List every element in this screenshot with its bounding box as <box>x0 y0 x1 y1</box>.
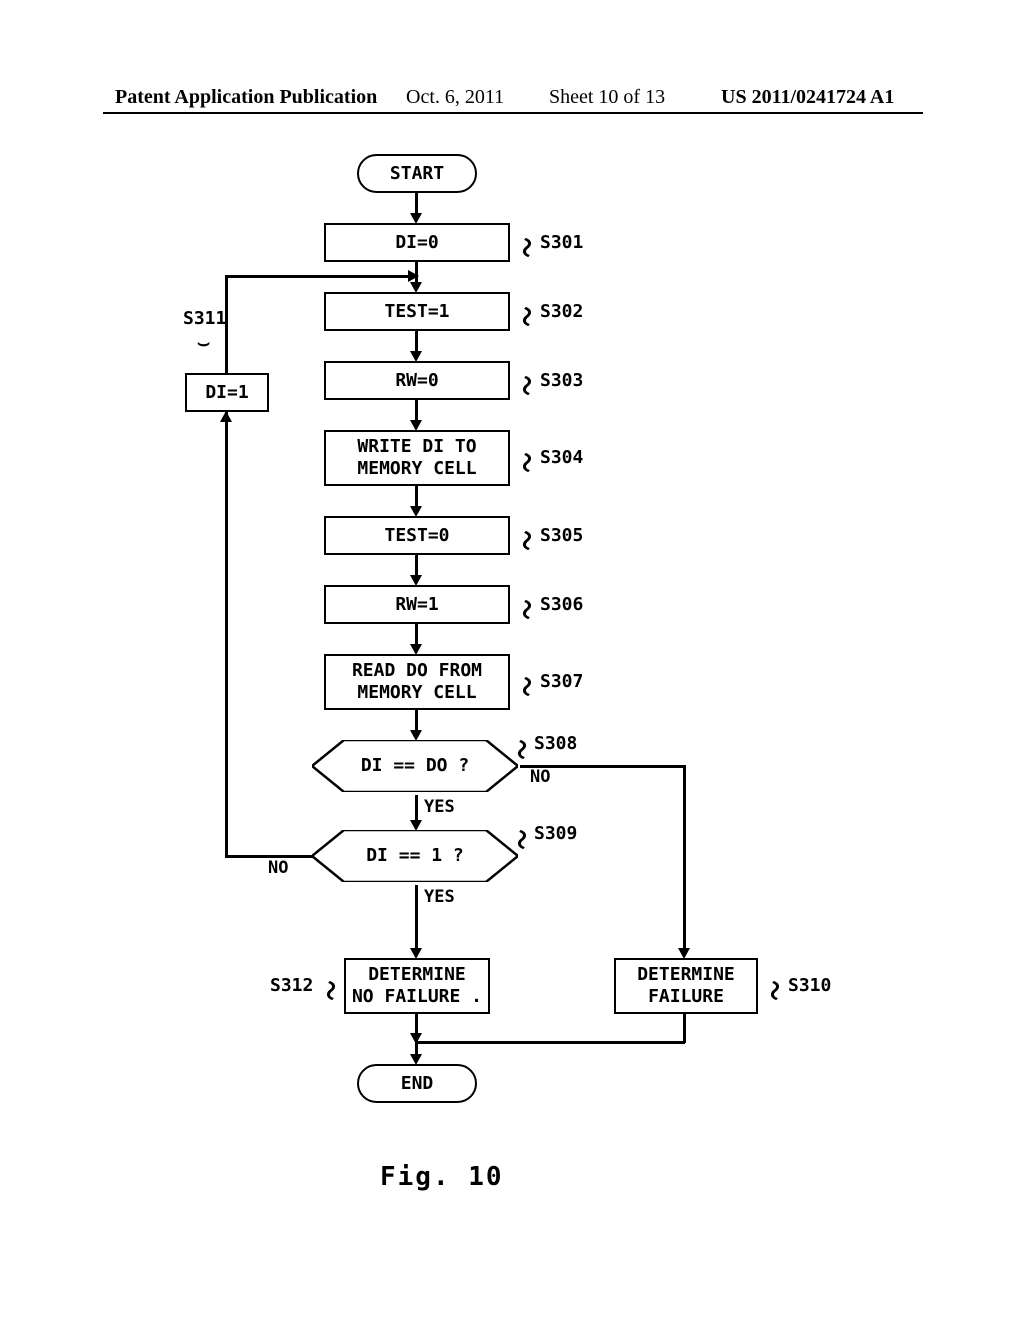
process-s305: TEST=0 <box>324 516 510 555</box>
process-s306: RW=1 <box>324 585 510 624</box>
label-s311: S311 <box>183 308 226 329</box>
s310-line1: DETERMINE <box>616 964 756 986</box>
process-s311: DI=1 <box>185 373 269 412</box>
header-rule <box>103 112 923 114</box>
label-s303: S303 <box>540 370 583 391</box>
figure-label: Fig. 10 <box>380 1162 504 1192</box>
s312-line1: DETERMINE <box>346 964 488 986</box>
s304-line2: MEMORY CELL <box>326 458 508 480</box>
header-date: Oct. 6, 2011 <box>406 86 504 109</box>
process-s307: READ DO FROM MEMORY CELL <box>324 654 510 710</box>
terminator-start: START <box>357 154 477 193</box>
label-s301: S301 <box>540 232 583 253</box>
terminator-end: END <box>357 1064 477 1103</box>
s304-line1: WRITE DI TO <box>326 436 508 458</box>
process-s301: DI=0 <box>324 223 510 262</box>
s312-line2: NO FAILURE . <box>346 986 488 1008</box>
process-s310: DETERMINE FAILURE <box>614 958 758 1014</box>
flowchart: START DI=0 〜 S301 TEST=1 〜 S302 RW=0 〜 S… <box>240 140 920 1160</box>
label-s306: S306 <box>540 594 583 615</box>
header-pubnum: US 2011/0241724 A1 <box>721 86 894 109</box>
label-s308-yes: YES <box>424 797 455 817</box>
header-left: Patent Application Publication <box>115 86 377 109</box>
header-sheet: Sheet 10 of 13 <box>549 86 665 109</box>
process-s312: DETERMINE NO FAILURE . <box>344 958 490 1014</box>
s308-text: DI == DO ? <box>361 755 469 776</box>
label-s312: S312 <box>270 975 313 996</box>
label-s302: S302 <box>540 301 583 322</box>
decision-s309: DI == 1 ? <box>312 830 518 882</box>
s309-text: DI == 1 ? <box>366 845 464 866</box>
process-s303: RW=0 <box>324 361 510 400</box>
process-s304: WRITE DI TO MEMORY CELL <box>324 430 510 486</box>
label-s308: S308 <box>534 733 577 754</box>
label-s309-yes: YES <box>424 887 455 907</box>
s310-line2: FAILURE <box>616 986 756 1008</box>
label-s304: S304 <box>540 447 583 468</box>
label-s309-no: NO <box>268 858 288 878</box>
s307-line2: MEMORY CELL <box>326 682 508 704</box>
decision-s308: DI == DO ? <box>312 740 518 792</box>
label-s308-no: NO <box>530 767 550 787</box>
label-s310: S310 <box>788 975 831 996</box>
s307-line1: READ DO FROM <box>326 660 508 682</box>
label-s309: S309 <box>534 823 577 844</box>
process-s302: TEST=1 <box>324 292 510 331</box>
label-s307: S307 <box>540 671 583 692</box>
label-s305: S305 <box>540 525 583 546</box>
